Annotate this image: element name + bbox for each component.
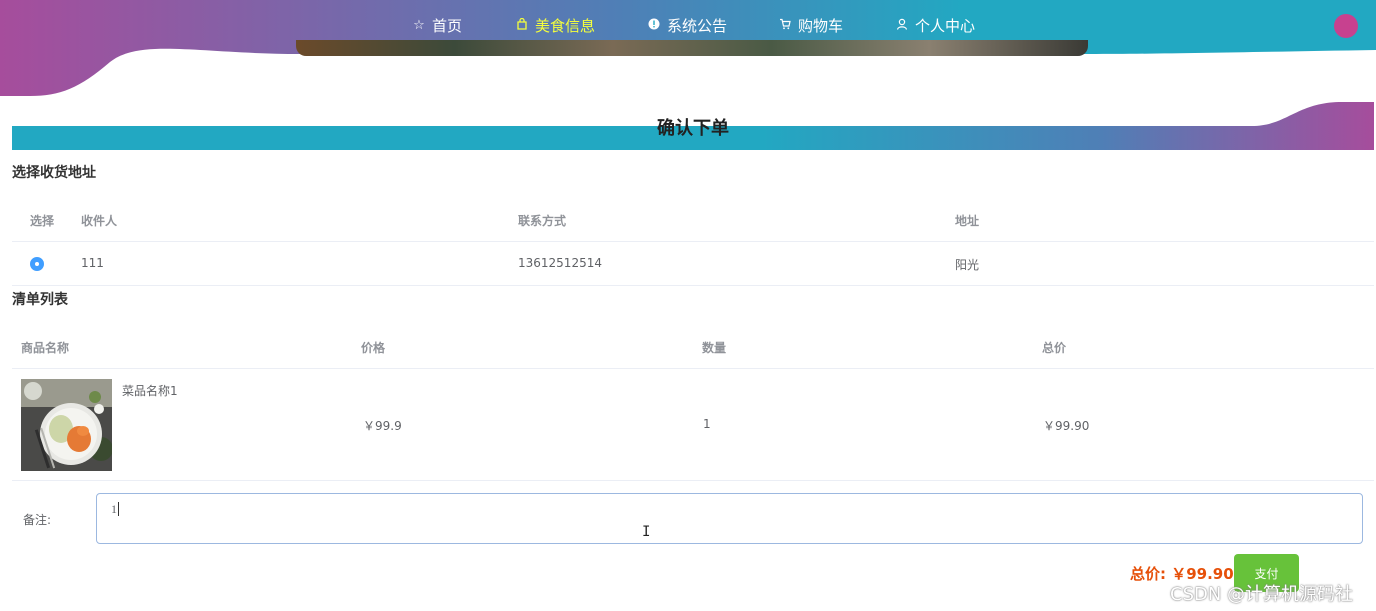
mouse-cursor-ibeam-icon: I — [642, 524, 651, 540]
star-icon: ☆ — [413, 17, 425, 33]
nav-label: 系统公告 — [667, 16, 728, 35]
nav-item-food-info[interactable]: 美食信息 — [515, 14, 595, 36]
col-header-recipient: 收件人 — [81, 214, 118, 228]
recipient-cell: 111 — [81, 256, 104, 270]
top-nav: ☆ 首页 美食信息 系统公告 购物车 个人中心 — [0, 0, 1376, 50]
col-header-select: 选择 — [30, 214, 55, 228]
bag-icon — [515, 17, 529, 33]
remark-label: 备注: — [23, 513, 52, 527]
product-image — [21, 379, 112, 471]
nav-label: 首页 — [432, 16, 463, 35]
product-name-cell: 菜品名称1 — [122, 384, 178, 398]
nav-label: 购物车 — [798, 16, 844, 35]
info-circle-icon — [647, 18, 661, 33]
address-table-header: 选择 收件人 联系方式 地址 — [12, 198, 1374, 242]
page-title: 确认下单 — [657, 118, 729, 139]
avatar[interactable] — [1334, 14, 1358, 38]
quantity-cell: 1 — [703, 417, 711, 431]
col-header-product-name: 商品名称 — [21, 341, 70, 355]
total-cell: ￥99.90 — [1043, 419, 1090, 433]
col-header-quantity: 数量 — [702, 341, 727, 355]
col-header-total: 总价 — [1042, 341, 1067, 355]
cart-icon — [778, 18, 792, 33]
watermark: CSDN @计算机源码社 — [1170, 584, 1354, 605]
remark-textarea[interactable]: 1 — [96, 493, 1363, 544]
remark-value: 1 — [111, 502, 117, 516]
page-root: ☆ 首页 美食信息 系统公告 购物车 个人中心 确认下单 选择收货地址 选择 收… — [0, 0, 1376, 611]
order-section-title: 清单列表 — [12, 292, 68, 308]
price-cell: ￥99.9 — [363, 419, 402, 433]
table-row[interactable]: 111 13612512514 阳光 — [12, 242, 1374, 286]
order-table-header: 商品名称 价格 数量 总价 — [12, 325, 1374, 369]
address-section-title: 选择收货地址 — [12, 165, 96, 181]
phone-cell: 13612512514 — [518, 256, 602, 270]
table-row: 菜品名称1 ￥99.9 1 ￥99.90 — [12, 369, 1374, 481]
col-header-price: 价格 — [361, 341, 386, 355]
user-icon — [895, 18, 909, 33]
nav-item-home[interactable]: ☆ 首页 — [412, 14, 462, 36]
text-caret — [118, 502, 119, 516]
nav-label: 美食信息 — [535, 16, 596, 35]
col-header-address: 地址 — [955, 214, 980, 228]
address-select-radio[interactable] — [30, 257, 44, 271]
address-cell: 阳光 — [955, 258, 980, 272]
nav-item-announcements[interactable]: 系统公告 — [647, 14, 727, 36]
nav-label: 个人中心 — [915, 16, 976, 35]
nav-item-personal-center[interactable]: 个人中心 — [895, 14, 975, 36]
col-header-phone: 联系方式 — [518, 214, 567, 228]
nav-item-cart[interactable]: 购物车 — [778, 14, 843, 36]
